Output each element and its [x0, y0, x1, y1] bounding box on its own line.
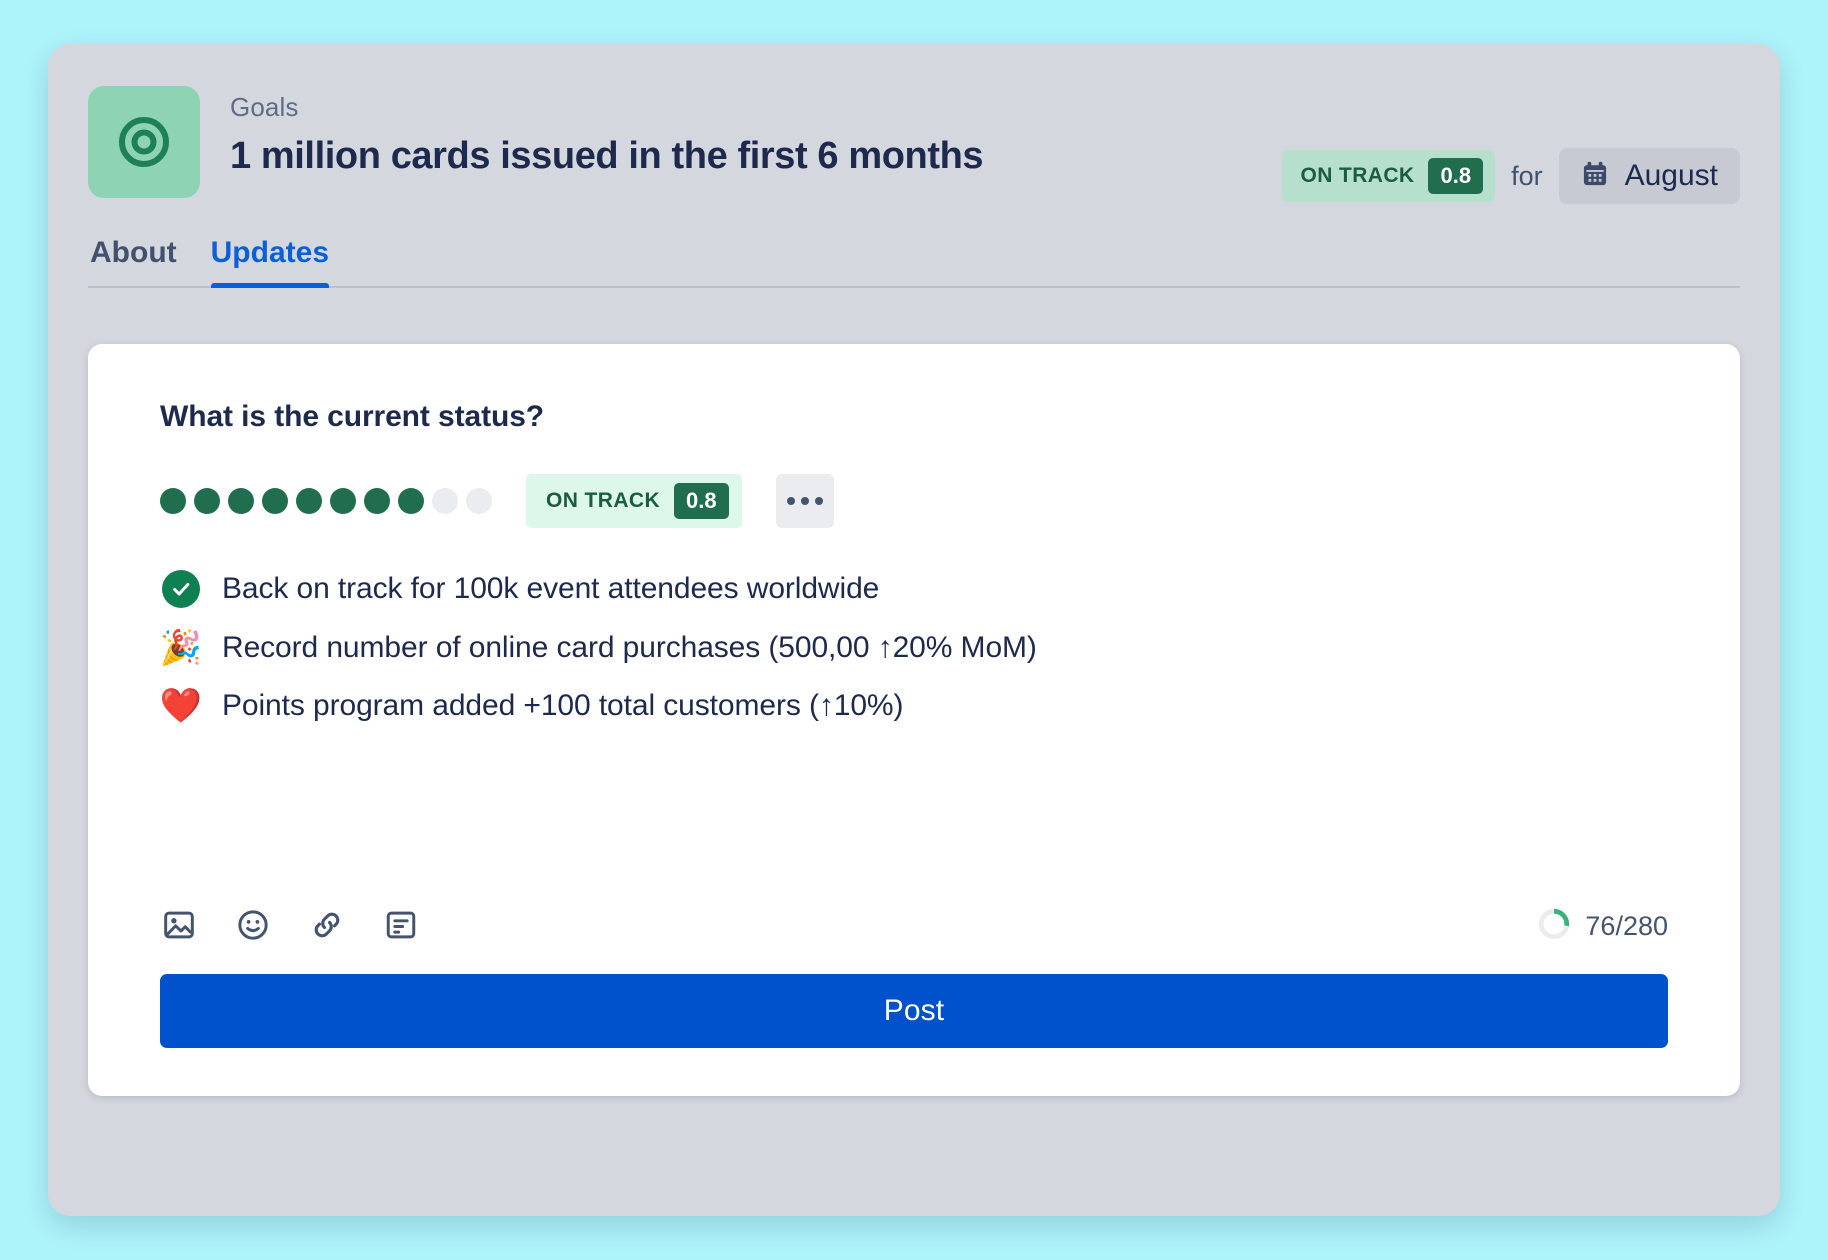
goal-header: Goals 1 million cards issued in the firs… — [88, 44, 1740, 204]
progress-dot — [262, 488, 288, 514]
character-counter: 76/280 — [1537, 907, 1668, 946]
progress-dot — [398, 488, 424, 514]
list-item: ❤️ Points program added +100 total custo… — [160, 688, 1668, 724]
progress-dot — [160, 488, 186, 514]
document-icon — [384, 908, 418, 945]
composer-status-row: ON TRACK 0.8 — [160, 474, 1668, 528]
emoji-icon — [236, 908, 270, 945]
list-item-text: Record number of online card purchases (… — [222, 631, 1037, 664]
post-button[interactable]: Post — [160, 974, 1668, 1048]
list-item-text: Back on track for 100k event attendees w… — [222, 572, 880, 605]
composer-status-label: ON TRACK — [546, 489, 661, 512]
progress-dots[interactable] — [160, 488, 492, 514]
insert-link-button[interactable] — [308, 908, 346, 946]
tab-about[interactable]: About — [90, 236, 177, 286]
progress-dot — [432, 488, 458, 514]
for-label: for — [1511, 160, 1543, 191]
period-label: August — [1624, 159, 1718, 192]
party-popper-icon: 🎉 — [159, 629, 203, 667]
progress-dot — [466, 488, 492, 514]
image-icon — [162, 908, 196, 945]
tab-updates[interactable]: Updates — [210, 236, 330, 288]
progress-dot — [330, 488, 356, 514]
goal-panel: Goals 1 million cards issued in the firs… — [48, 44, 1780, 1216]
composer-status-badge[interactable]: ON TRACK 0.8 — [526, 474, 742, 528]
status-badge[interactable]: ON TRACK 0.8 — [1282, 150, 1496, 202]
period-selector[interactable]: August — [1558, 148, 1740, 204]
goal-header-text: Goals 1 million cards issued in the firs… — [230, 86, 1282, 179]
breadcrumb: Goals — [230, 92, 299, 122]
composer-status-score: 0.8 — [674, 483, 729, 519]
target-icon — [113, 111, 175, 173]
progress-ring-icon — [1537, 907, 1571, 946]
update-bullet-list: Back on track for 100k event attendees w… — [160, 570, 1668, 724]
calendar-icon — [1581, 160, 1609, 193]
progress-dot — [296, 488, 322, 514]
list-item: 🎉 Record number of online card purchases… — [160, 630, 1668, 666]
list-item: Back on track for 100k event attendees w… — [160, 570, 1668, 608]
insert-image-button[interactable] — [160, 908, 198, 946]
red-heart-icon: ❤️ — [159, 687, 203, 725]
character-counter-text: 76/280 — [1585, 911, 1668, 941]
update-composer-card: What is the current status? ON TRACK 0.8 — [88, 344, 1740, 1096]
list-item-text: Points program added +100 total customer… — [222, 689, 904, 722]
check-mark-button-icon — [160, 570, 202, 608]
goal-header-meta: ON TRACK 0.8 for August — [1282, 86, 1740, 204]
status-badge-score: 0.8 — [1428, 158, 1484, 194]
insert-document-button[interactable] — [382, 908, 420, 946]
composer-heading: What is the current status? — [160, 400, 545, 433]
progress-dot — [194, 488, 220, 514]
tab-bar: About Updates — [88, 226, 1740, 288]
progress-dot — [228, 488, 254, 514]
composer-spacer — [160, 724, 1668, 907]
more-options-button[interactable] — [775, 474, 834, 528]
insert-emoji-button[interactable] — [234, 908, 272, 946]
composer-tool-icons — [160, 908, 420, 946]
page-title: 1 million cards issued in the first 6 mo… — [230, 135, 984, 178]
status-badge-label: ON TRACK — [1300, 164, 1415, 187]
link-icon — [310, 908, 344, 945]
goal-icon-tile — [88, 86, 200, 198]
more-options-icon — [786, 497, 823, 505]
progress-dot — [364, 488, 390, 514]
composer-toolbar: 76/280 — [160, 907, 1668, 946]
